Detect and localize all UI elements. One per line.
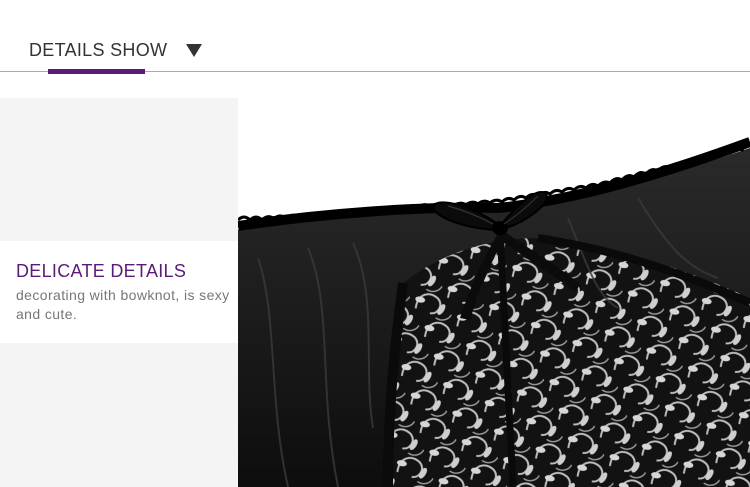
caption-description: decorating with bowknot, is sexy and cut… — [16, 287, 230, 322]
product-detail-photo — [238, 98, 750, 487]
section-header: DETAILS SHOW — [0, 0, 750, 100]
triangle-down-icon[interactable] — [186, 44, 202, 57]
caption-card: DELICATE DETAILS decorating with bowknot… — [0, 241, 238, 343]
title-underline-accent — [48, 69, 145, 74]
caption-title: DELICATE DETAILS — [16, 261, 187, 281]
section-title: DETAILS SHOW — [29, 40, 168, 60]
